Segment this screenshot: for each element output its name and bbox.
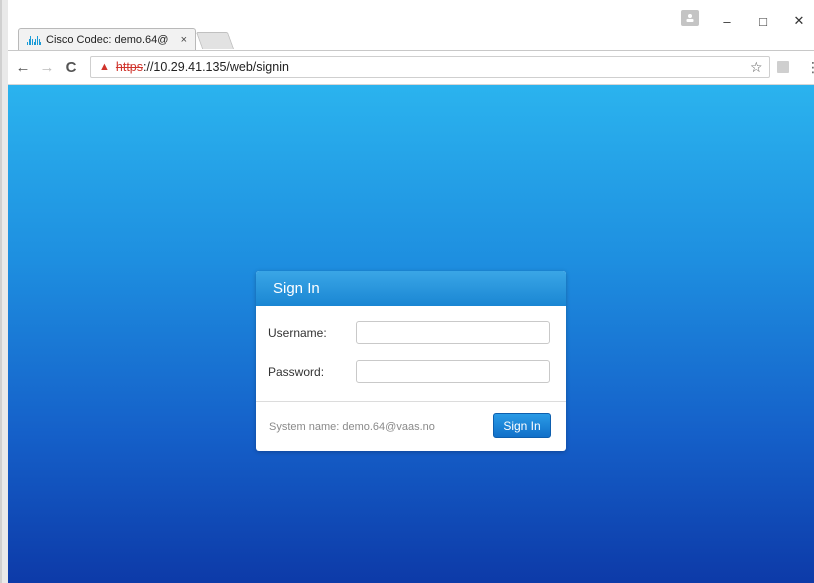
sign-in-button[interactable]: Sign In [493,413,551,438]
password-label: Password: [268,364,325,379]
browser-window: Cisco Codec: demo.64@ × – □ ✕ ← → C ▲ ht… [8,0,814,583]
tab-title: Cisco Codec: demo.64@ [46,33,169,46]
address-bar[interactable]: ▲ https ://10.29.41.135/web/signin [90,56,770,78]
username-input[interactable] [356,321,550,344]
cisco-logo-icon [27,35,42,45]
close-window-button[interactable]: ✕ [784,10,814,32]
extension-icon[interactable] [777,61,789,73]
url-scheme: https [115,60,143,74]
left-window-edge [0,0,8,583]
maximize-button[interactable]: □ [748,10,778,32]
page-viewport: Sign In Username: Password: System name:… [8,85,814,583]
browser-toolbar: ← → C ▲ https ://10.29.41.135/web/signin… [8,51,814,85]
url-path: ://10.29.41.135/web/signin [143,60,289,74]
username-label: Username: [268,325,327,340]
password-row: Password: [268,360,550,383]
not-secure-warning-icon[interactable]: ▲ [99,61,110,73]
bookmark-star-icon[interactable]: ☆ [750,59,763,76]
signin-divider [256,401,566,402]
username-row: Username: [268,321,550,344]
password-input[interactable] [356,360,550,383]
signin-panel: Sign In Username: Password: System name:… [256,271,566,451]
tab-strip: Cisco Codec: demo.64@ × – □ ✕ [8,0,814,51]
forward-button[interactable]: → [38,58,56,76]
tab-close-icon[interactable]: × [181,34,187,46]
tab-cisco-codec[interactable]: Cisco Codec: demo.64@ × [18,28,196,50]
profile-button[interactable] [681,10,699,26]
system-name-text: System name: demo.64@vaas.no [269,421,435,433]
reload-button[interactable]: C [62,58,80,76]
new-tab-button[interactable] [195,32,235,49]
browser-menu-icon[interactable]: ⋮ [806,58,814,76]
profile-icon [686,14,694,22]
back-button[interactable]: ← [14,58,32,76]
signin-header: Sign In [256,271,566,306]
minimize-button[interactable]: – [712,10,742,32]
